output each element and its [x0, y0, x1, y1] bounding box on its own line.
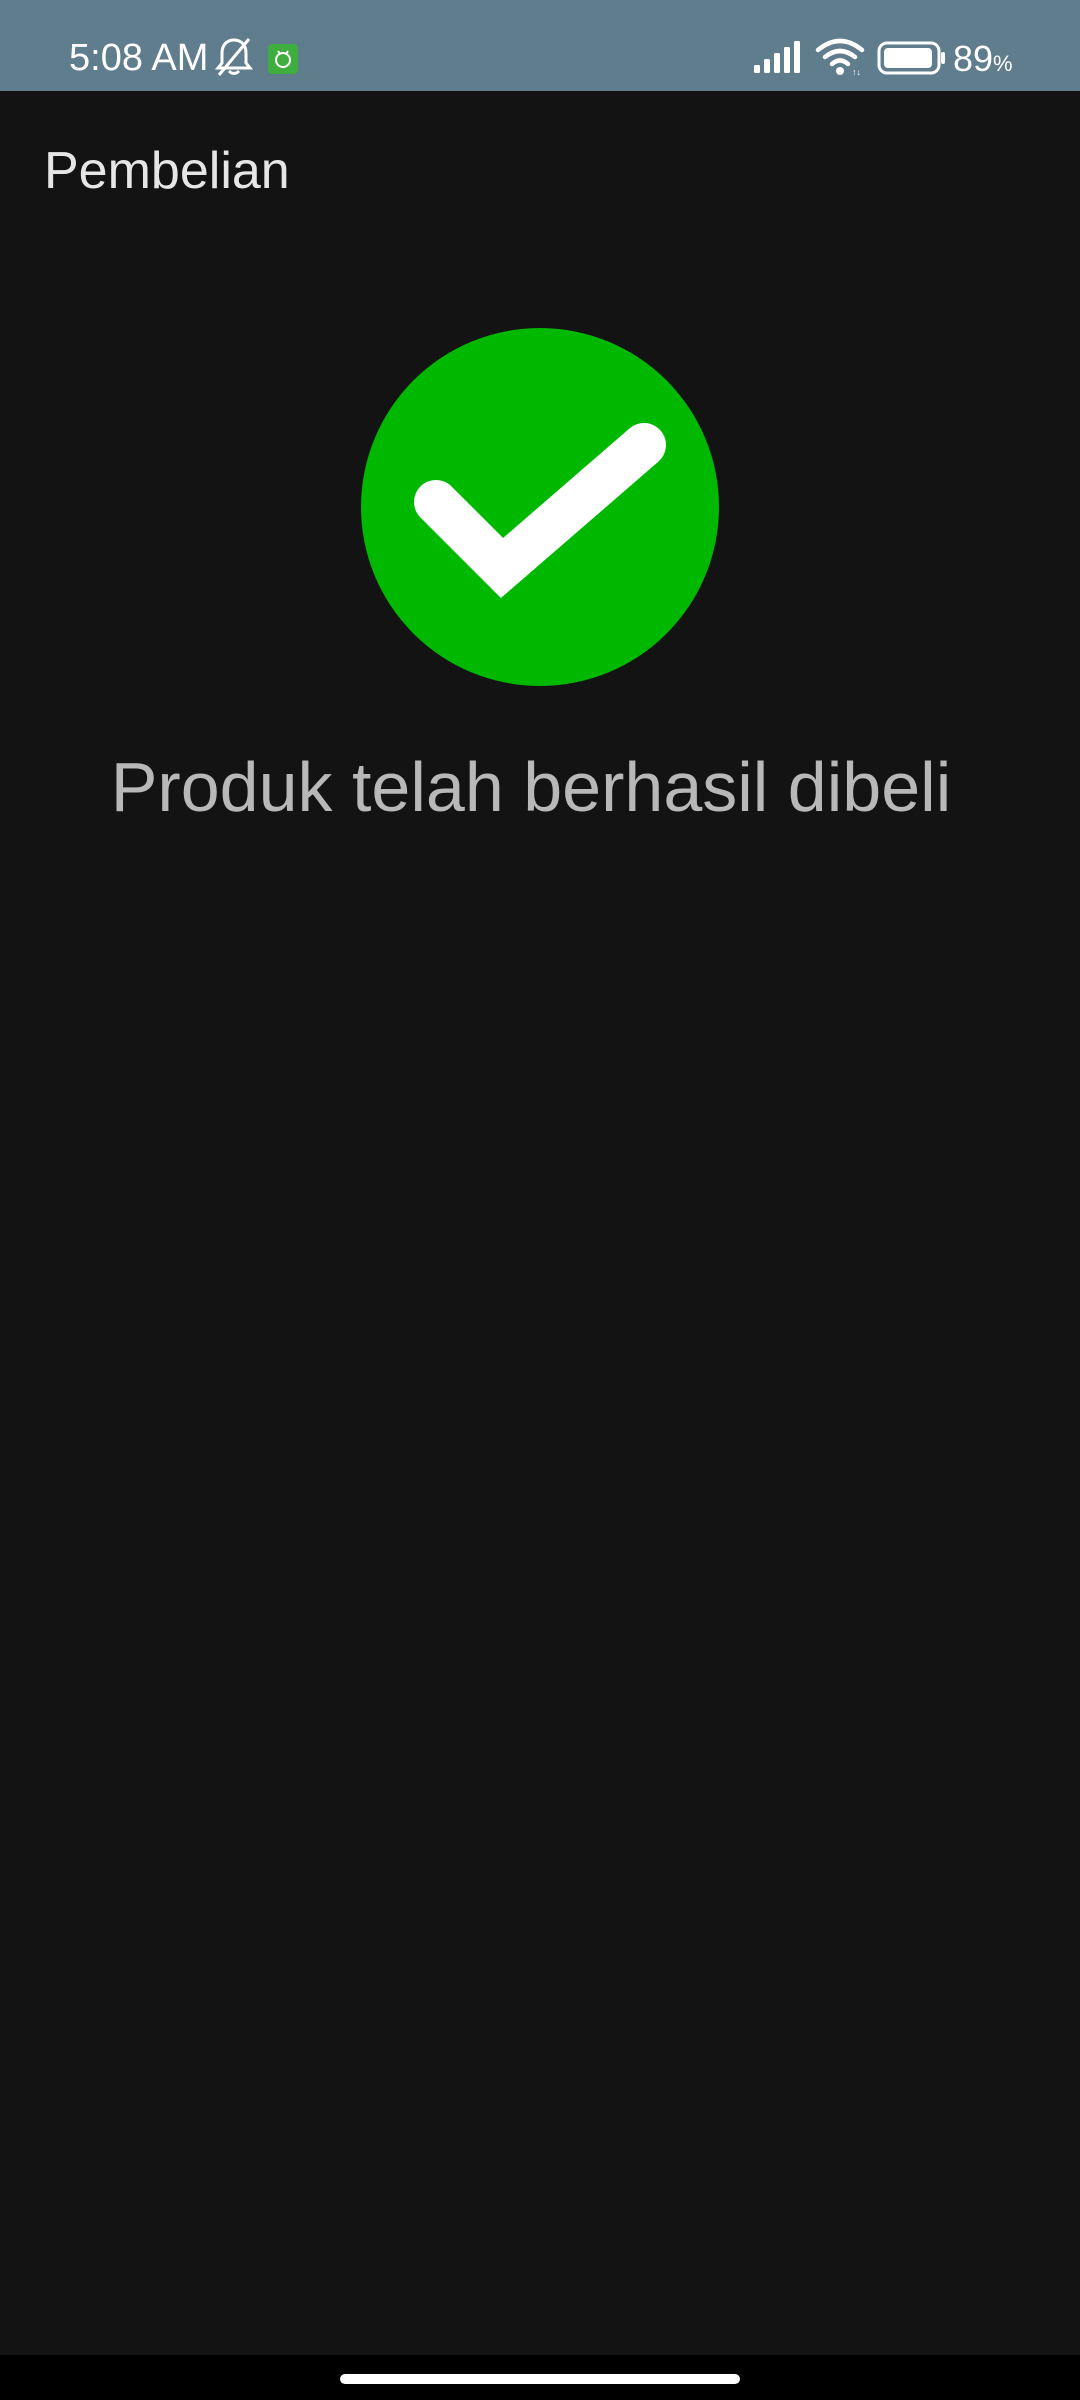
status-time: 5:08 AM [69, 37, 209, 79]
battery-percent: 89% [953, 38, 1013, 85]
status-bar: 5:08 AM ↑↓ 89% [0, 0, 1080, 91]
battery-level: 89 [953, 38, 994, 79]
screen: 5:08 AM ↑↓ 89% Pembelian Produk telah be… [0, 0, 1080, 2400]
signal-icon [754, 41, 804, 73]
check-circle-icon [360, 327, 720, 687]
home-indicator[interactable] [340, 2374, 740, 2384]
success-message: Produk telah berhasil dibeli [110, 748, 952, 826]
wifi-icon: ↑↓ [815, 38, 865, 77]
bell-off-icon [214, 36, 254, 78]
navigation-bar [0, 2355, 1080, 2400]
app-notification-icon [268, 44, 298, 74]
app-bar: Pembelian [0, 91, 1080, 251]
battery-icon [877, 41, 947, 75]
svg-text:↑↓: ↑↓ [852, 67, 861, 76]
battery-unit: % [993, 51, 1013, 76]
page-title: Pembelian [44, 142, 290, 200]
